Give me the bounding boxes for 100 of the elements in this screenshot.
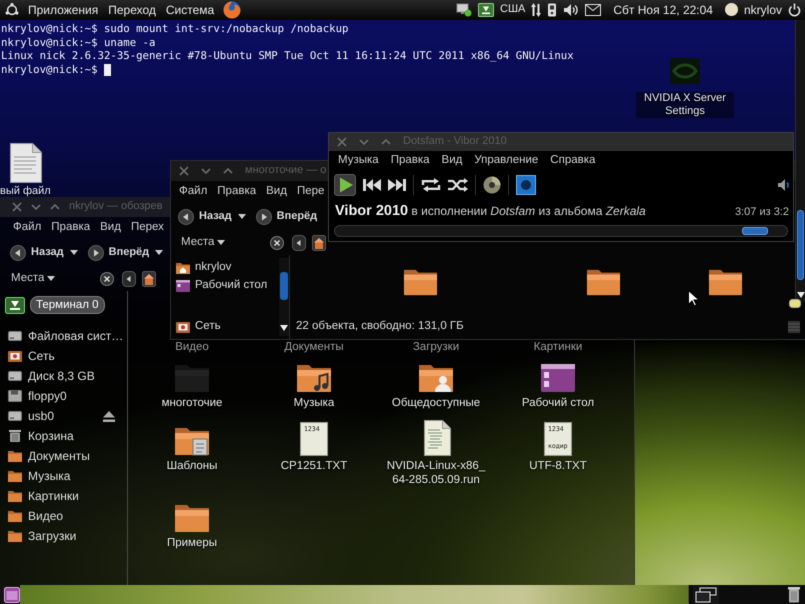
caret-icon[interactable] [155,250,164,255]
maximize-icon[interactable] [381,137,391,147]
menu-item[interactable]: Переход [103,2,161,18]
close-icon[interactable] [100,272,114,286]
volume-icon[interactable] [777,178,791,192]
download-icon[interactable] [478,2,494,17]
maximize-icon[interactable] [223,166,233,176]
clock[interactable]: Сбт Ноя 12, 22:04 [607,2,719,18]
menu-item[interactable]: Система [160,2,220,18]
places-dropdown[interactable]: Места [11,272,56,284]
resize-grip-icon[interactable] [788,321,800,333]
home-icon[interactable] [312,234,326,250]
folder-icon[interactable] [403,268,438,296]
eject-icon[interactable] [103,410,115,422]
home-icon[interactable] [142,270,156,286]
screen-icon[interactable] [516,175,536,195]
arrows-icon[interactable] [531,2,542,17]
document-folder-icon[interactable] [174,426,210,456]
menu-item[interactable]: Файл [179,185,208,199]
volume-icon[interactable] [563,2,580,17]
menu-item[interactable]: Приложения [23,2,104,18]
keyboard-layout[interactable]: США [500,3,526,17]
menu-item[interactable]: Вид [266,185,287,199]
sidebar-item[interactable]: Картинки [0,486,127,506]
menu-item[interactable]: Вид [100,221,121,235]
power-icon[interactable] [788,2,801,17]
menu-item[interactable]: Перех [130,221,164,235]
menu-item[interactable]: Вид [442,154,462,168]
minimize-icon[interactable] [201,166,211,176]
back-button[interactable]: Назад [178,208,232,224]
disc-icon[interactable] [483,176,501,194]
music-folder-icon[interactable] [296,363,332,393]
file-label[interactable]: Документы [284,341,344,354]
icon-label[interactable]: вый файл [0,185,51,198]
sidebar-item[interactable]: Видео [0,506,127,526]
file-label[interactable]: Загрузки [412,341,460,354]
scrollbar[interactable] [795,20,805,302]
sidebar-item[interactable]: Музыка [0,466,127,486]
previous-icon[interactable] [363,179,381,191]
folder-icon[interactable] [174,503,210,533]
user-name[interactable]: nkrylov [744,2,782,18]
network-icon[interactable] [456,2,472,17]
sidebar-item[interactable]: Файловая сист… [0,326,127,346]
menu-item[interactable]: Правка [217,185,256,199]
file-label[interactable]: Примеры [166,536,218,550]
menu-item[interactable]: Пере [296,185,324,199]
user-icon[interactable] [724,3,738,16]
menu-item[interactable]: Правка [51,221,90,235]
sidebar-item[interactable]: floppy0 [0,386,127,406]
close-icon[interactable] [270,236,284,250]
back-button[interactable]: Назад [10,244,64,260]
down-arrow-icon[interactable] [280,325,288,331]
down-arrow-icon[interactable] [797,292,805,298]
repeat-icon[interactable] [421,178,441,192]
seek-thumb[interactable] [742,227,768,235]
menu-item[interactable]: Справка [550,154,596,168]
maximize-icon[interactable] [50,202,60,212]
scrollbar-thumb[interactable] [797,210,804,280]
window-button[interactable]: Терминал 0 [30,296,105,314]
shuffle-icon[interactable] [448,178,468,192]
sidebar-item[interactable]: Рабочий стол [171,277,279,295]
sidebar-item[interactable]: Сеть [171,318,279,336]
places-dropdown[interactable]: Места [181,236,226,248]
trash-icon[interactable] [787,586,801,603]
scrollbar-thumb[interactable] [280,272,288,300]
file-label[interactable]: Картинки [534,341,582,354]
scrollbar[interactable] [279,258,289,336]
minimize-icon[interactable] [359,137,369,147]
forward-button[interactable]: Вперёд [256,208,318,224]
sidebar-item[interactable]: Диск 8,3 GB [0,366,127,386]
sidebar-item[interactable]: Загрузки [0,526,127,546]
file-label[interactable]: UTF-8.TXT [529,459,587,473]
file-label[interactable]: многоточие [162,396,222,410]
mail-icon[interactable] [585,4,602,16]
file-label[interactable]: Рабочий стол [522,396,594,410]
globe-icon[interactable] [223,1,242,19]
menu-item[interactable]: Музыка [338,154,379,168]
menu-item[interactable]: Управление [474,154,538,168]
sidebar-item[interactable]: Сеть [0,346,127,366]
logo-icon[interactable] [5,3,19,17]
folder-icon[interactable] [586,268,621,296]
folder-icon[interactable] [708,268,743,296]
seek-bar[interactable] [334,225,788,237]
document-icon[interactable] [10,143,42,183]
forward-button[interactable]: Вперёд [88,244,150,260]
file-label[interactable]: Общедоступные [392,396,480,410]
desktop-folder-icon[interactable] [540,363,576,393]
phone-icon[interactable] [547,2,558,17]
caret-icon[interactable] [70,250,78,255]
file-label[interactable]: Музыка [294,396,334,410]
person-folder-icon[interactable] [418,363,454,393]
icon-label[interactable]: NVIDIA X Server Settings [636,92,734,118]
minimize-icon[interactable] [31,202,41,212]
sidebar-item[interactable]: nkrylov [171,259,279,277]
file-label[interactable]: NVIDIA-Linux-x86_64-285.05.09.run [385,459,487,487]
window-icon[interactable] [4,586,20,602]
file-label[interactable]: CP1251.TXT [280,459,348,473]
sidebar-item[interactable]: Документы [0,446,127,466]
file-label[interactable]: Шаблоны [166,459,218,473]
file-label[interactable]: Видео [175,341,209,354]
